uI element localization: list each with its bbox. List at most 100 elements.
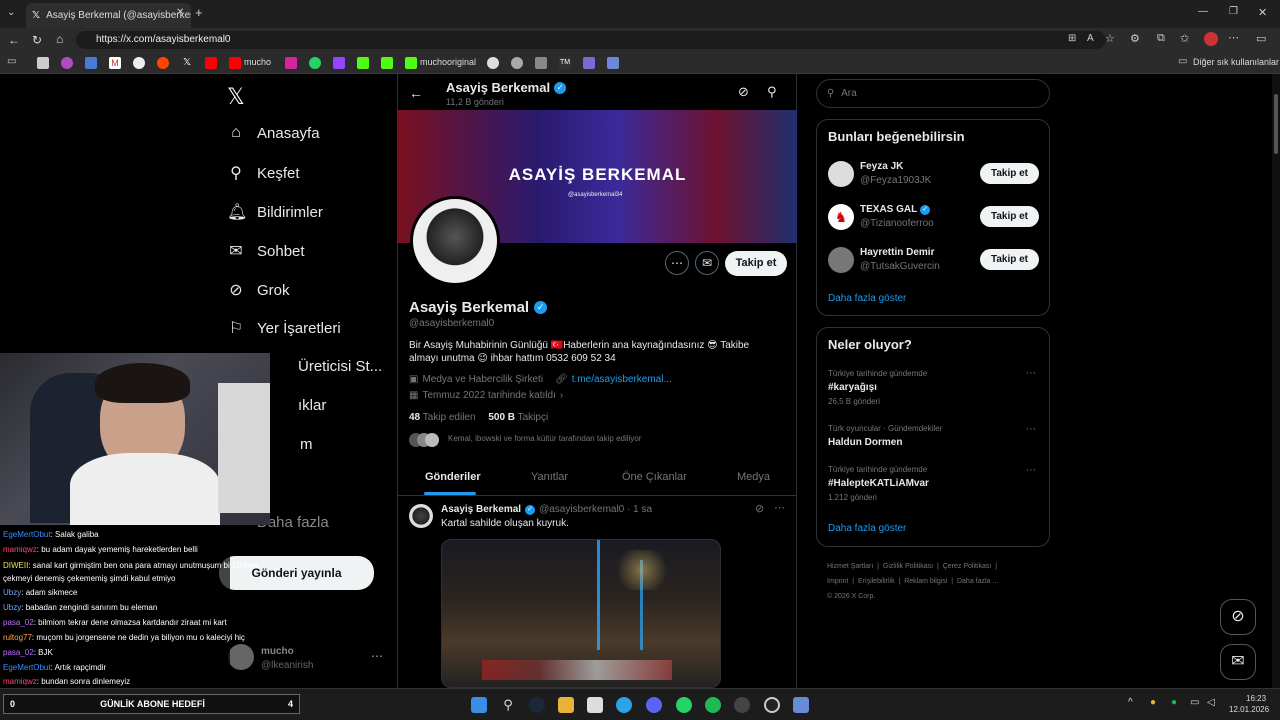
kick-icon[interactable]	[357, 57, 369, 69]
new-tab-icon[interactable]: +	[195, 5, 203, 20]
bookmark-site-icon[interactable]	[511, 57, 523, 69]
volume-icon[interactable]: ◁	[1207, 697, 1215, 708]
tab-replies[interactable]: Yanıtlar	[531, 471, 568, 483]
twitch-icon[interactable]	[333, 57, 345, 69]
trend-more-icon[interactable]: ⋯	[1026, 424, 1036, 435]
messages-floating-icon[interactable]: ✉	[1220, 644, 1256, 680]
nav-grok[interactable]: ⊘ Grok	[227, 280, 289, 300]
steam-icon[interactable]	[529, 697, 545, 713]
footer-link[interactable]: Çerez Politikası	[943, 563, 992, 570]
favorites-icon[interactable]: ✩	[1180, 32, 1189, 45]
bookmark-folder-icon[interactable]: ▭	[7, 56, 16, 67]
reddit-icon[interactable]	[157, 57, 169, 69]
bookmark-site-icon[interactable]	[535, 57, 547, 69]
nav-explore[interactable]: ⚲ Keşfet	[227, 163, 299, 183]
google-icon[interactable]	[133, 57, 145, 69]
app-taskbar-icon[interactable]	[734, 697, 750, 713]
post-video[interactable]	[441, 539, 721, 688]
suggestion-name[interactable]: TEXAS GAL	[860, 204, 917, 215]
refresh-icon[interactable]: ↻	[32, 33, 42, 47]
bookmark-site-icon[interactable]	[37, 57, 49, 69]
follow-suggestion-button[interactable]: Takip et	[980, 163, 1039, 184]
spotify-icon[interactable]	[705, 697, 721, 713]
footer-link[interactable]: Erişilebilirlik	[858, 578, 895, 585]
instagram-icon[interactable]	[285, 57, 297, 69]
followers-label[interactable]: Takipçi	[518, 412, 549, 423]
suggestion-name[interactable]: Feyza JK	[860, 161, 903, 172]
extensions-icon[interactable]: ⚙	[1130, 32, 1140, 45]
nav-lists[interactable]: ıklar	[298, 397, 326, 414]
kick-icon[interactable]	[381, 57, 393, 69]
nav-home[interactable]: ⌂ Anasayfa	[227, 124, 319, 142]
footer-link[interactable]: Imprint	[827, 578, 848, 585]
bookmark-site-icon[interactable]	[583, 57, 595, 69]
nav-creator-studio[interactable]: Üreticisi St...	[298, 358, 382, 375]
grok-floating-icon[interactable]: ⊘	[1220, 599, 1256, 635]
footer-link[interactable]: Reklam bilgisi	[904, 578, 947, 585]
sidebar-toggle-icon[interactable]: ▭	[1256, 32, 1266, 45]
footer-link[interactable]: Daha fazla ...	[957, 578, 998, 585]
x-bookmark-icon[interactable]: 𝕏	[181, 57, 193, 69]
trends-show-more[interactable]: Daha fazla göster	[828, 523, 906, 534]
whatsapp-taskbar-icon[interactable]	[676, 697, 692, 713]
follow-button[interactable]: Takip et	[725, 251, 787, 276]
followers-count[interactable]: 500 B	[488, 412, 515, 423]
trend-topic[interactable]: #HalepteKATLiAMvar	[828, 478, 929, 489]
tray-chevron-icon[interactable]: ^	[1128, 697, 1133, 708]
read-aloud-icon[interactable]: A	[1087, 33, 1094, 44]
account-more-icon[interactable]: ⋯	[371, 649, 383, 663]
back-arrow-icon[interactable]: ←	[409, 85, 423, 101]
post-more-icon[interactable]: ⋯	[774, 501, 785, 514]
favorite-star-icon[interactable]: ☆	[1105, 32, 1115, 45]
grok-post-icon[interactable]: ⊘	[755, 502, 764, 515]
other-bookmarks[interactable]: Diğer sık kullanılanlar	[1193, 57, 1279, 67]
nav-messages[interactable]: ✉ Sohbet	[227, 241, 304, 261]
minimize-icon[interactable]: —	[1198, 6, 1208, 17]
app-taskbar-icon[interactable]	[793, 697, 809, 713]
followed-by-text[interactable]: Kemal, ibowski ve forma kültür tarafında…	[448, 434, 641, 443]
x-logo-icon[interactable]: 𝕏	[227, 84, 245, 110]
network-icon[interactable]: ▭	[1190, 697, 1199, 708]
whatsapp-icon[interactable]	[309, 57, 321, 69]
file-explorer-icon[interactable]	[558, 697, 574, 713]
follow-suggestion-button[interactable]: Takip et	[980, 249, 1039, 270]
apps-icon[interactable]: ⊞	[1068, 33, 1076, 44]
post-avatar[interactable]	[409, 504, 433, 528]
suggestion-avatar[interactable]: ♞	[828, 204, 854, 230]
edge-icon[interactable]	[616, 697, 632, 713]
scrollbar-thumb[interactable]	[1274, 94, 1278, 154]
following-count[interactable]: 48	[409, 412, 420, 423]
nav-notifications[interactable]: 🔔︎ Bildirimler	[227, 202, 323, 222]
following-label[interactable]: Takip edilen	[423, 412, 476, 423]
trend-topic[interactable]: #karyağışı	[828, 382, 877, 393]
follow-suggestion-button[interactable]: Takip et	[980, 206, 1039, 227]
browser-tab[interactable]: 𝕏 Asayiş Berkemal (@asayisberkemal0	[26, 3, 191, 28]
split-screen-icon[interactable]: ⧉	[1157, 32, 1165, 45]
search-profile-icon[interactable]: ⚲	[767, 84, 777, 100]
profile-avatar[interactable]	[410, 196, 500, 286]
suggestion-avatar[interactable]	[828, 161, 854, 187]
search-box[interactable]: ⚲ Ara	[816, 79, 1050, 108]
tab-highlights[interactable]: Öne Çıkanlar	[622, 471, 687, 483]
home-browser-icon[interactable]: ⌂	[56, 32, 63, 46]
nav-premium[interactable]: m	[300, 436, 313, 453]
profile-link[interactable]: t.me/asayisberkemal...	[572, 374, 672, 385]
more-menu-icon[interactable]: ⋯	[1228, 31, 1239, 44]
bookmark-site-icon[interactable]	[61, 57, 73, 69]
mic-icon[interactable]: ●	[1171, 697, 1177, 708]
trend-more-icon[interactable]: ⋯	[1026, 465, 1036, 476]
profile-avatar-icon[interactable]	[1204, 32, 1218, 46]
tab-posts[interactable]: Gönderiler	[425, 471, 481, 483]
tab-close-icon[interactable]: ✕	[176, 7, 184, 18]
clock-time[interactable]: 16:23	[1246, 694, 1266, 703]
gmail-icon[interactable]: M	[109, 57, 121, 69]
message-icon[interactable]: ✉	[695, 251, 719, 275]
trend-more-icon[interactable]: ⋯	[1026, 368, 1036, 379]
suggestions-show-more[interactable]: Daha fazla göster	[828, 293, 906, 304]
obs-icon[interactable]	[764, 697, 780, 713]
footer-link[interactable]: Hizmet Şartları	[827, 563, 873, 570]
nav-bookmarks[interactable]: ⚐ Yer İşaretleri	[227, 318, 341, 338]
search-taskbar-icon[interactable]: ⚲	[500, 697, 516, 713]
bookmark-muchooriginal[interactable]: muchooriginal	[420, 57, 476, 67]
page-scrollbar[interactable]	[1272, 74, 1280, 688]
